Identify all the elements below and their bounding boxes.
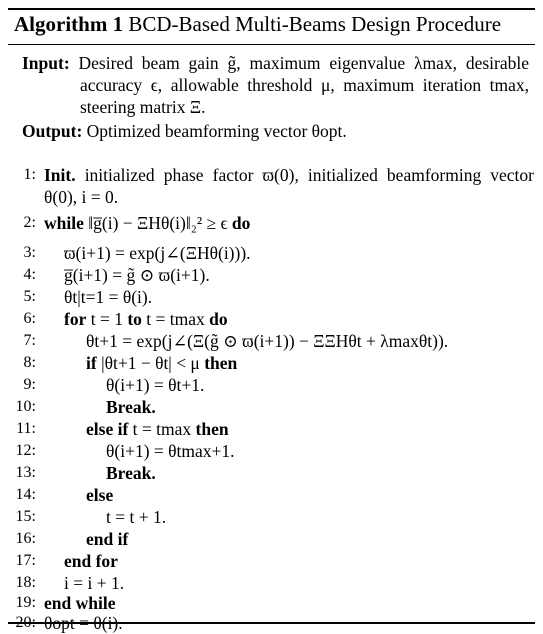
line-body: for t = 1 to t = tmax do bbox=[64, 308, 228, 330]
line-body: while ‖g̅(i) − ΞHθ(i)‖₂² ≥ ϵ do bbox=[44, 212, 250, 234]
line-number: 19: bbox=[15, 594, 36, 611]
line-text: t = 1 bbox=[90, 309, 123, 329]
line-body: if |θt+1 − θt| < μ then bbox=[86, 352, 237, 374]
algorithm-box: Algorithm 1 BCD-Based Multi-Beams Design… bbox=[0, 0, 543, 634]
output-label: Output: bbox=[22, 121, 83, 141]
keyword: then bbox=[204, 353, 238, 373]
line-text: ‖g̅(i) − ΞHθ(i)‖₂² ≥ ϵ bbox=[88, 213, 228, 233]
line-number: 9: bbox=[23, 376, 36, 393]
line-text: θ(i+1) = θt+1. bbox=[106, 375, 205, 395]
keyword: else bbox=[86, 485, 114, 505]
line-number: 14: bbox=[15, 486, 36, 503]
line-text: θt+1 = exp(j∠(Ξ(g̃ ⊙ ϖ(i+1)) − ΞΞHθt + λ… bbox=[86, 331, 449, 351]
line-text: t = tmax bbox=[146, 309, 205, 329]
line-number: 8: bbox=[23, 354, 36, 371]
line-number: 15: bbox=[15, 508, 36, 525]
line-text: θopt = θ(i). bbox=[44, 613, 123, 633]
line-text: θt|t=1 = θ(i). bbox=[64, 287, 153, 307]
keyword: else if bbox=[86, 419, 129, 439]
algorithm-label: Algorithm 1 bbox=[14, 12, 124, 36]
keyword: end for bbox=[64, 551, 118, 571]
input-label: Input: bbox=[22, 53, 70, 73]
line-number: 10: bbox=[15, 398, 36, 415]
line-body: Init. initialized phase factor ϖ(0), ini… bbox=[44, 164, 534, 208]
line-text: t = tmax bbox=[132, 419, 192, 439]
line-number: 20: bbox=[15, 614, 36, 631]
keyword: Break. bbox=[106, 397, 156, 417]
input-block: Input: Desired beam gain g̃, maximum eig… bbox=[22, 52, 529, 118]
top-rule bbox=[8, 8, 535, 10]
output-text: Optimized beamforming vector θopt. bbox=[86, 121, 347, 141]
algorithm-title: BCD-Based Multi-Beams Design Procedure bbox=[128, 12, 502, 36]
keyword: if bbox=[86, 353, 97, 373]
line-text: |θt+1 − θt| < μ bbox=[101, 353, 200, 373]
algorithm-caption: Algorithm 1 BCD-Based Multi-Beams Design… bbox=[14, 12, 501, 37]
line-text: i = i + 1. bbox=[64, 573, 125, 593]
line-body: else if t = tmax then bbox=[86, 418, 229, 440]
keyword: Init. bbox=[44, 165, 76, 185]
keyword: do bbox=[209, 309, 228, 329]
keyword: then bbox=[195, 419, 229, 439]
line-number: 1: bbox=[23, 166, 36, 183]
input-text: Desired beam gain g̃, maximum eigenvalue… bbox=[78, 53, 529, 117]
keyword: to bbox=[127, 309, 142, 329]
line-number: 12: bbox=[15, 442, 36, 459]
line-number: 7: bbox=[23, 332, 36, 349]
line-number: 2: bbox=[23, 214, 36, 231]
keyword: while bbox=[44, 213, 84, 233]
line-number: 3: bbox=[23, 244, 36, 261]
line-number: 16: bbox=[15, 530, 36, 547]
line-number: 13: bbox=[15, 464, 36, 481]
line-text: θ(i+1) = θtmax+1. bbox=[106, 441, 235, 461]
line-text: t = t + 1. bbox=[106, 507, 167, 527]
line-number: 18: bbox=[15, 574, 36, 591]
line-number: 6: bbox=[23, 310, 36, 327]
output-block: Output: Optimized beamforming vector θop… bbox=[22, 120, 529, 142]
line-text: g̅(i+1) = g̃ ⊙ ϖ(i+1). bbox=[64, 265, 210, 285]
caption-rule bbox=[8, 44, 535, 45]
line-number: 5: bbox=[23, 288, 36, 305]
keyword: end while bbox=[44, 593, 116, 613]
line-text: ϖ(i+1) = exp(j∠(ΞHθ(i))). bbox=[64, 243, 251, 263]
keyword: Break. bbox=[106, 463, 156, 483]
keyword: end if bbox=[86, 529, 129, 549]
keyword: do bbox=[231, 213, 251, 233]
keyword: for bbox=[64, 309, 87, 329]
line-number: 17: bbox=[15, 552, 36, 569]
line-text: initialized phase factor ϖ(0), initializ… bbox=[44, 165, 534, 207]
line-number: 11: bbox=[16, 420, 36, 437]
line-number: 4: bbox=[23, 266, 36, 283]
